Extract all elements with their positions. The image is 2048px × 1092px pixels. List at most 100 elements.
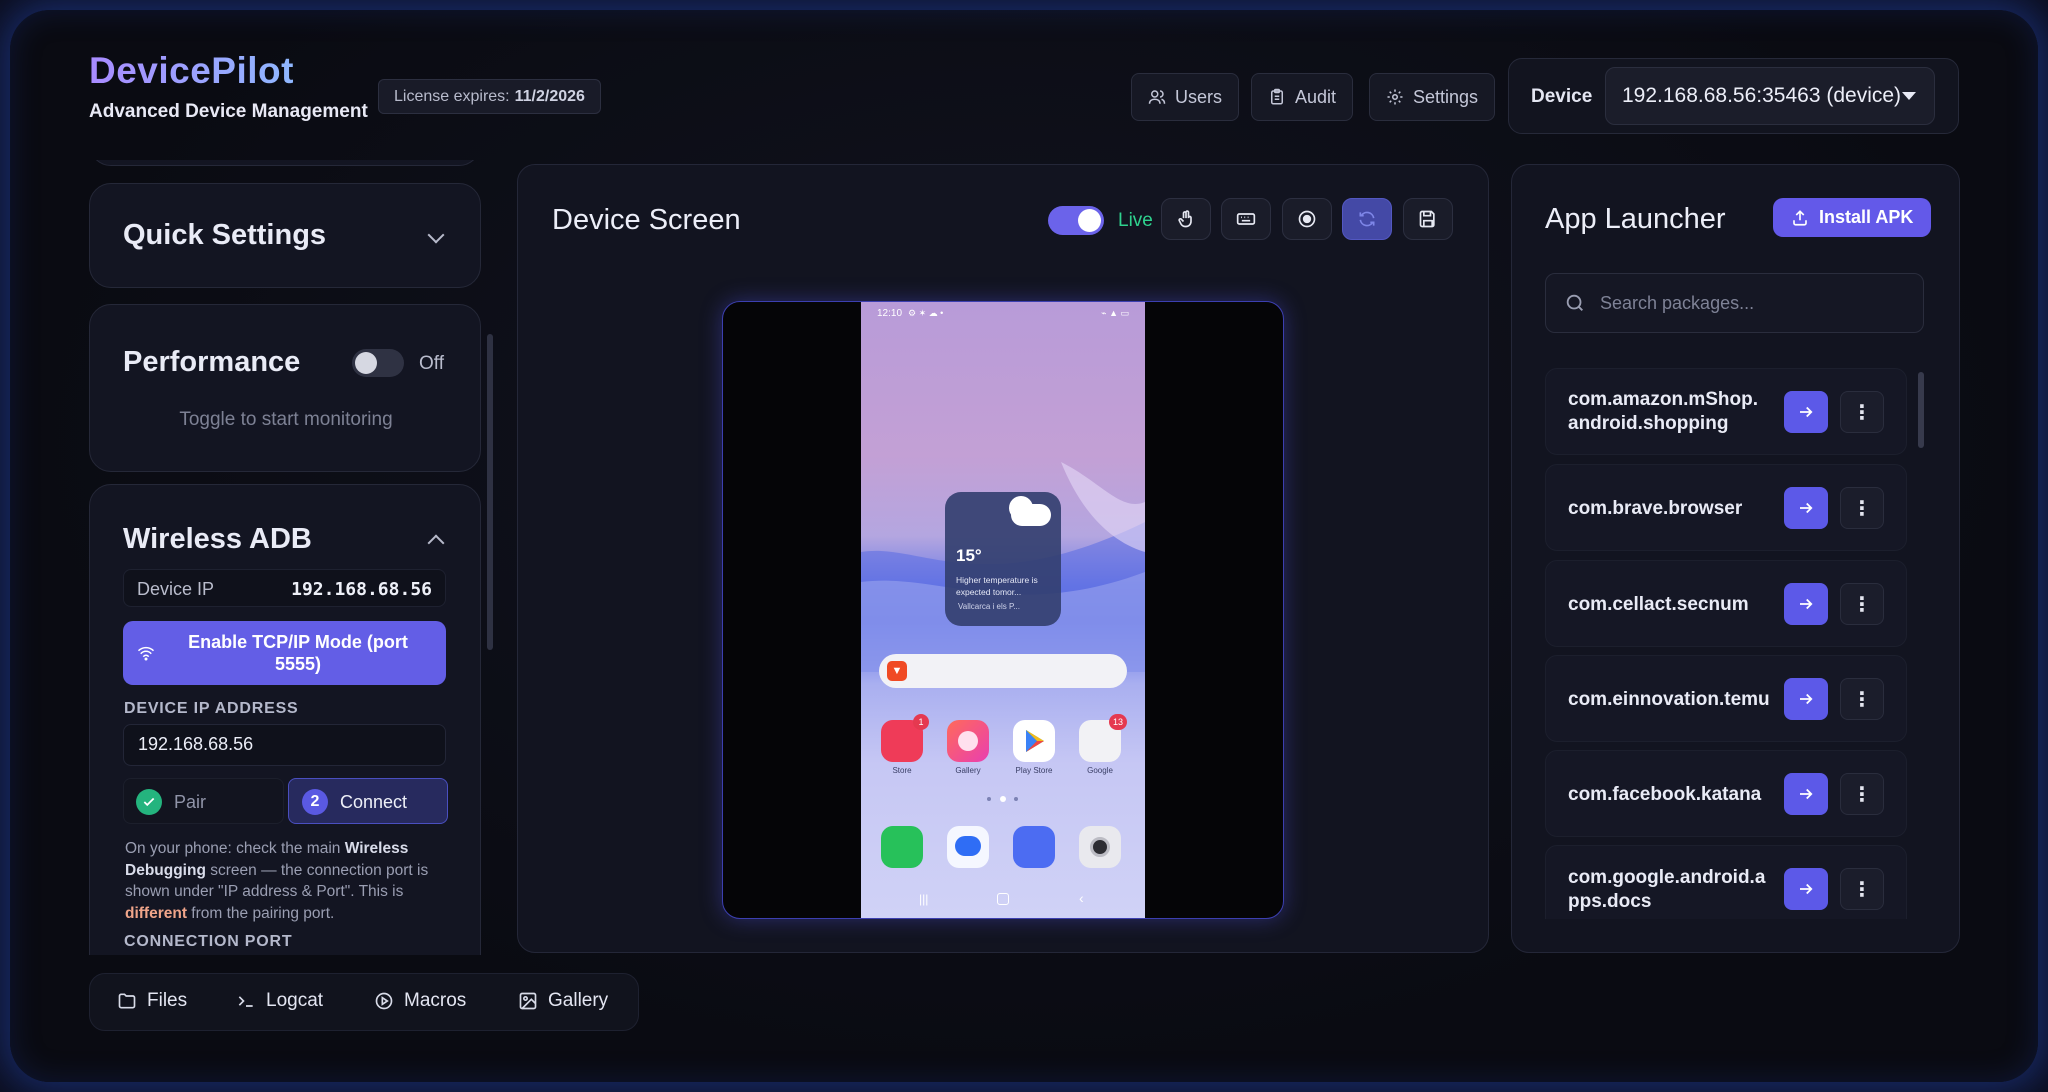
home-icon[interactable]	[997, 893, 1009, 905]
more-options-button[interactable]: ⋮	[1840, 391, 1884, 433]
launch-button[interactable]	[1784, 583, 1828, 625]
list-item[interactable]: com.einnovation.temu ⋮	[1545, 655, 1907, 742]
google-folder-icon[interactable]: 13	[1079, 714, 1127, 762]
tab-macros[interactable]: Macros	[374, 990, 466, 1012]
install-apk-button[interactable]: Install APK	[1773, 198, 1932, 237]
settings-button[interactable]: Settings	[1369, 73, 1496, 121]
step-pair[interactable]: Pair	[123, 778, 284, 824]
launch-button[interactable]	[1784, 773, 1828, 815]
install-apk-label: Install APK	[1819, 207, 1914, 227]
phone-screen[interactable]: 12:10 ⚙ ✶ ☁ • ⌁ ▲ ▭ 15° Higher temperatu…	[861, 302, 1145, 918]
gallery-app-icon[interactable]	[947, 720, 989, 762]
wireless-help-text: On your phone: check the main Wireless D…	[125, 840, 429, 922]
image-icon	[519, 992, 537, 1010]
phone-search-bar[interactable]: ▼	[879, 654, 1127, 688]
launch-button[interactable]	[1784, 868, 1828, 910]
arrow-right-icon	[1800, 788, 1813, 800]
performance-title: Performance	[123, 346, 301, 378]
phone-status-time: 12:10	[877, 308, 903, 319]
launch-button[interactable]	[1784, 391, 1828, 433]
hand-pointer-icon	[1178, 210, 1192, 228]
performance-toggle[interactable]	[352, 349, 404, 377]
performance-card: Performance Off Toggle to start monitori…	[89, 304, 481, 472]
package-name: com.facebook.katana	[1568, 784, 1762, 805]
play-store-app-label: Play Store	[1015, 766, 1053, 775]
device-select[interactable]: 192.168.68.56:35463 (device)	[1605, 67, 1935, 125]
launch-button[interactable]	[1784, 487, 1828, 529]
arrow-right-icon	[1800, 406, 1813, 418]
more-options-button[interactable]: ⋮	[1840, 487, 1884, 529]
audit-button[interactable]: Audit	[1251, 73, 1354, 121]
save-screenshot-button[interactable]	[1403, 198, 1453, 240]
record-button[interactable]	[1282, 198, 1332, 240]
list-item[interactable]: com.cellact.secnum ⋮	[1545, 560, 1907, 647]
rotate-button[interactable]	[1342, 198, 1392, 240]
package-list[interactable]: com.amazon.mShop.android.shopping ⋮ com.…	[1545, 368, 1909, 919]
more-options-button[interactable]: ⋮	[1840, 583, 1884, 625]
live-toggle[interactable]	[1048, 206, 1104, 235]
tab-gallery[interactable]: Gallery	[518, 990, 608, 1012]
battery-icon: ⌁ ▲ ▭	[1101, 308, 1129, 318]
refresh-icon	[1359, 211, 1375, 227]
launch-button[interactable]	[1784, 678, 1828, 720]
quick-settings-card[interactable]: Quick Settings	[89, 183, 481, 288]
package-search-input[interactable]: Search packages...	[1545, 273, 1924, 333]
upload-icon	[1793, 209, 1807, 226]
back-icon[interactable]: ‹	[1079, 890, 1084, 906]
weather-temp: 15°	[956, 546, 982, 565]
package-name: com.google.android.apps.docs	[1568, 867, 1766, 912]
messages-app-icon[interactable]	[947, 826, 989, 868]
folder-icon	[118, 993, 136, 1009]
more-options-button[interactable]: ⋮	[1840, 868, 1884, 910]
package-list-scrollbar[interactable]	[1918, 372, 1924, 448]
weather-widget[interactable]: 15° Higher temperature is expected tomor…	[945, 492, 1061, 626]
play-circle-icon	[375, 992, 393, 1010]
terminal-icon	[238, 996, 253, 1007]
device-ip-address-input[interactable]: 192.168.68.56	[123, 724, 446, 766]
step-connect[interactable]: 2 Connect	[288, 778, 448, 824]
list-item[interactable]: com.google.android.apps.docs ⋮	[1545, 845, 1907, 919]
recents-icon[interactable]: |||	[919, 892, 928, 906]
users-button[interactable]: Users	[1131, 73, 1240, 121]
arrow-right-icon	[1800, 598, 1813, 610]
step-connect-number: 2	[302, 789, 328, 815]
arrow-right-icon	[1800, 502, 1813, 514]
users-icon	[1148, 90, 1166, 104]
browser-app-icon[interactable]	[1013, 826, 1055, 868]
chevron-up-icon[interactable]	[427, 534, 445, 552]
enable-tcpip-label: Enable TCP/IP Mode (port 5555)	[188, 632, 408, 674]
list-item[interactable]: com.brave.browser ⋮	[1545, 464, 1907, 551]
save-icon	[1419, 210, 1435, 228]
device-ip-label: Device IP	[137, 579, 215, 599]
list-item[interactable]: com.amazon.mShop.android.shopping ⋮	[1545, 368, 1907, 455]
play-store-app-icon[interactable]	[1013, 720, 1055, 762]
kebab-icon: ⋮	[1852, 688, 1872, 711]
package-name: com.amazon.mShop.android.shopping	[1568, 389, 1759, 434]
performance-toggle-state: Off	[419, 353, 444, 374]
camera-app-icon[interactable]	[1079, 826, 1121, 868]
brand-subtitle: Advanced Device Management	[89, 101, 368, 122]
more-options-button[interactable]: ⋮	[1840, 678, 1884, 720]
phone-nav-bar: ||| ‹	[861, 890, 1145, 910]
more-options-button[interactable]: ⋮	[1840, 773, 1884, 815]
status-icons: ⚙ ✶ ☁ •	[908, 308, 944, 318]
wifi-icon	[137, 646, 155, 661]
users-button-label: Users	[1175, 86, 1223, 107]
package-name: com.einnovation.temu	[1568, 689, 1770, 710]
tab-logcat[interactable]: Logcat	[236, 990, 323, 1012]
left-scrollbar[interactable]	[487, 334, 493, 650]
chevron-down-icon[interactable]	[427, 226, 445, 244]
connection-port-heading: CONNECTION PORT	[124, 933, 293, 950]
tab-files[interactable]: Files	[117, 990, 187, 1012]
store-app-icon[interactable]: 1	[881, 714, 929, 762]
quick-settings-title: Quick Settings	[123, 219, 327, 251]
phone-app-icon[interactable]	[881, 826, 923, 868]
arrow-right-icon	[1800, 693, 1813, 705]
list-item[interactable]: com.facebook.katana ⋮	[1545, 750, 1907, 837]
keyboard-button[interactable]	[1221, 198, 1271, 240]
touch-mode-button[interactable]	[1161, 198, 1211, 240]
enable-tcpip-button[interactable]: Enable TCP/IP Mode (port 5555)	[123, 621, 446, 685]
collapsed-card	[89, 160, 481, 166]
left-sidebar[interactable]: Quick Settings Performance Off Toggle to…	[89, 160, 483, 955]
device-ip-row: Device IP 192.168.68.56	[123, 569, 446, 607]
